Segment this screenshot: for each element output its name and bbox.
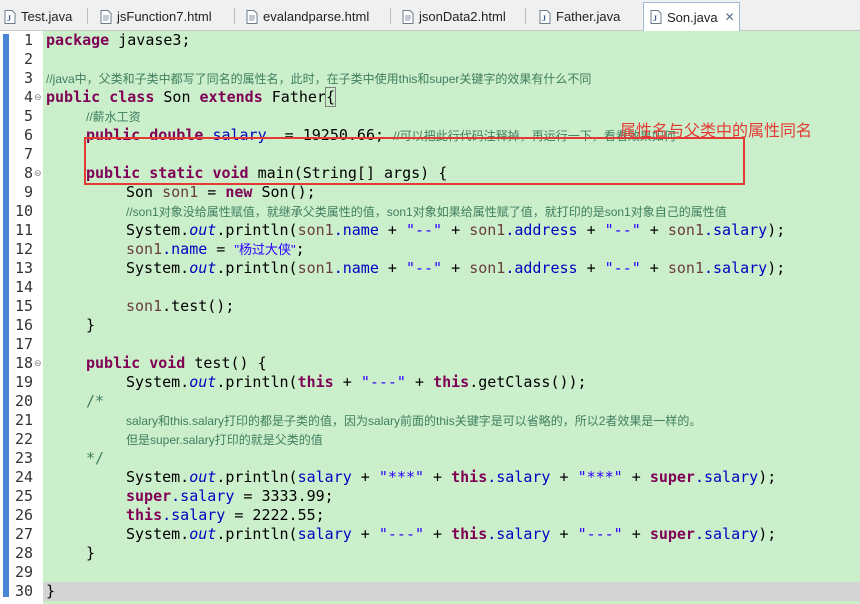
svg-text:J: J [542, 14, 546, 23]
change-marker [3, 34, 9, 597]
line-number: 20 [14, 392, 33, 410]
line-number: 13 [14, 259, 33, 277]
line-number: 30 [14, 582, 33, 600]
line-number: 4 [23, 88, 33, 106]
line-number: 28 [14, 544, 33, 562]
code-line-28: } [86, 544, 96, 562]
fold-toggle-icon[interactable]: ⊖ [34, 88, 42, 107]
line-number: 25 [14, 487, 33, 505]
tab-label: evalandparse.html [263, 9, 370, 24]
line-number: 19 [14, 373, 33, 391]
code-line-30: } [46, 582, 56, 600]
line-number: 29 [14, 563, 33, 581]
line-number: 18 [14, 354, 33, 372]
tab-separator [87, 8, 88, 24]
html-file-icon [402, 9, 414, 24]
line-number: 22 [14, 430, 33, 448]
code-line-5: //薪水工资 [86, 110, 141, 124]
code-line-1: package javase3; [46, 31, 191, 49]
current-line-highlight [43, 582, 860, 601]
tab-evalandparse-html[interactable]: evalandparse.html [246, 3, 369, 30]
line-number: 2 [23, 50, 33, 68]
line-number: 3 [23, 69, 33, 87]
tab-label: Father.java [556, 9, 621, 24]
code-line-22: 但是super.salary打印的就是父类的值 [126, 433, 323, 447]
line-number: 24 [14, 468, 33, 486]
line-number: 23 [14, 449, 33, 467]
tab-label: jsonData2.html [419, 9, 506, 24]
code-line-12: son1.name = "杨过大侠"; [126, 240, 305, 258]
java-file-icon: J [539, 9, 551, 24]
java-file-icon: J [4, 9, 16, 24]
line-number: 10 [14, 202, 33, 220]
line-number: 16 [14, 316, 33, 334]
editor-tab-bar: J Test.java jsFunction7.html evalandpars… [0, 0, 860, 31]
code-line-18: public void test() { [86, 354, 267, 372]
code-line-15: son1.test(); [126, 297, 235, 315]
line-number: 15 [14, 297, 33, 315]
code-line-20: /* [86, 392, 105, 410]
fold-toggle-icon[interactable]: ⊖ [34, 164, 42, 183]
code-line-27: System.out.println(salary + "---" + this… [126, 525, 777, 543]
line-number: 6 [23, 126, 33, 144]
code-line-11: System.out.println(son1.name + "--" + so… [126, 221, 786, 239]
line-number: 14 [14, 278, 33, 296]
code-line-13: System.out.println(son1.name + "--" + so… [126, 259, 786, 277]
line-number: 9 [23, 183, 33, 201]
code-editor[interactable]: 1 2 3 4 5 6 7 8 9 10 11 12 13 14 15 16 1… [0, 31, 860, 604]
code-line-4: public class Son extends Father{ [46, 87, 337, 107]
tab-label: Son.java [667, 9, 718, 25]
tab-label: Test.java [21, 9, 73, 24]
code-line-21: salary和this.salary打印的都是子类的值，因为salary前面的t… [126, 414, 702, 428]
svg-text:J: J [653, 14, 657, 23]
java-file-icon: J [650, 10, 662, 24]
code-line-9: Son son1 = new Son(); [126, 183, 316, 201]
highlight-box [84, 137, 745, 185]
line-number: 12 [14, 240, 33, 258]
tab-separator [390, 8, 391, 24]
tab-test-java[interactable]: J Test.java [4, 3, 72, 30]
line-number: 26 [14, 506, 33, 524]
code-line-26: this.salary = 2222.55; [126, 506, 325, 524]
code-line-25: super.salary = 3333.99; [126, 487, 334, 505]
tab-father-java[interactable]: J Father.java [539, 3, 620, 30]
html-file-icon [246, 9, 258, 24]
tab-jsondata2-html[interactable]: jsonData2.html [402, 3, 506, 30]
line-number: 7 [23, 145, 33, 163]
tab-label: jsFunction7.html [117, 9, 212, 24]
code-line-23: */ [86, 449, 105, 467]
line-number: 27 [14, 525, 33, 543]
code-line-19: System.out.println(this + "---" + this.g… [126, 373, 587, 391]
tab-son-java[interactable]: J Son.java ✕ [643, 2, 740, 31]
line-number: 21 [14, 411, 33, 429]
line-number: 17 [14, 335, 33, 353]
line-number: 8 [23, 164, 33, 182]
line-number: 5 [23, 107, 33, 125]
code-line-10: //son1对象没给属性赋值，就继承父类属性的值，son1对象如果给属性赋了值，… [126, 205, 727, 219]
line-number: 1 [23, 31, 33, 49]
line-number: 11 [14, 221, 33, 239]
close-icon[interactable]: ✕ [725, 10, 735, 24]
tab-separator [234, 8, 235, 24]
change-indicator-bar [0, 31, 14, 604]
tab-separator [525, 8, 526, 24]
fold-toggle-icon[interactable]: ⊖ [34, 354, 42, 373]
annotation-label: 属性名与父类中的属性同名 [620, 123, 813, 140]
html-file-icon [100, 9, 112, 24]
code-line-3: //java中，父类和子类中都写了同名的属性名，此时，在子类中使用this和su… [46, 72, 592, 86]
tab-jsfunction7-html[interactable]: jsFunction7.html [100, 3, 212, 30]
code-line-24: System.out.println(salary + "***" + this… [126, 468, 777, 486]
code-line-16: } [86, 316, 96, 334]
svg-text:J: J [7, 14, 11, 23]
